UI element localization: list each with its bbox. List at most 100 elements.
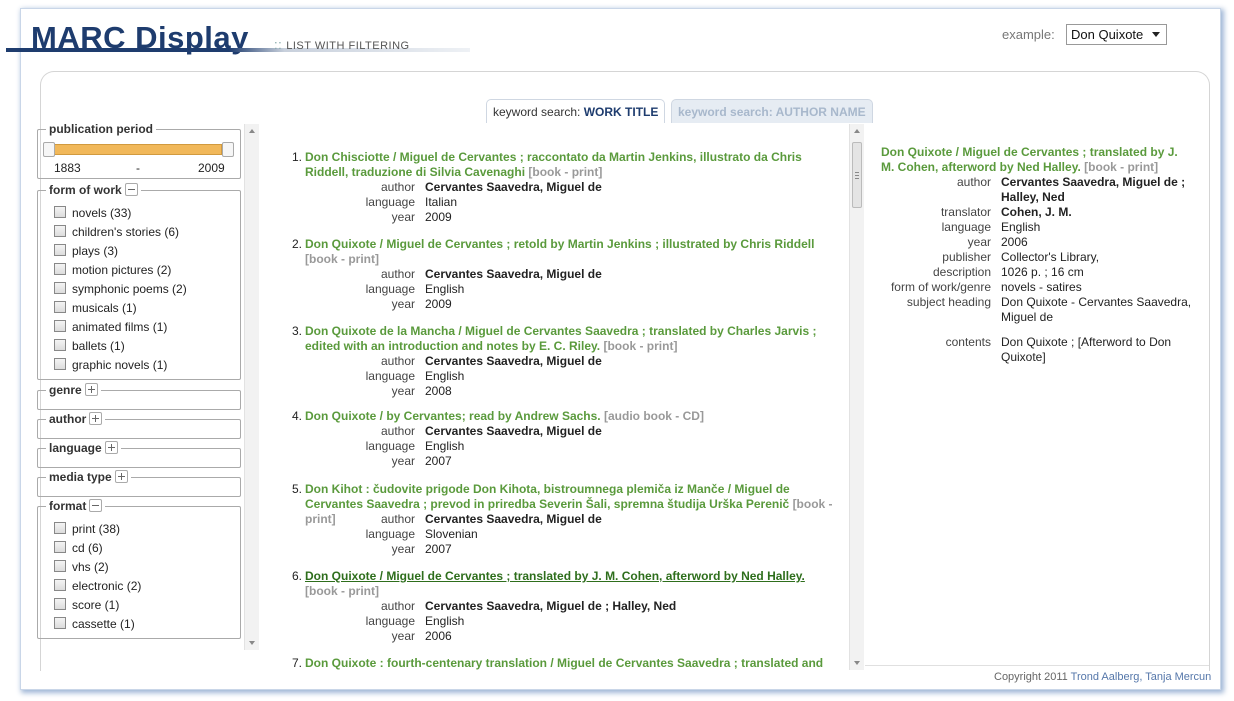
filter-item-label: symphonic poems (2): [72, 282, 187, 296]
filter-item[interactable]: ballets (1): [54, 339, 125, 353]
result-title[interactable]: Don Quixote / Miguel de Cervantes ; tran…: [305, 569, 805, 583]
subtitle-text: LIST WITH FILTERING: [286, 40, 410, 52]
field-label: language: [365, 439, 415, 453]
period-to: 2009: [198, 161, 225, 175]
field-label: year: [391, 629, 415, 643]
checkbox[interactable]: [54, 206, 66, 218]
checkbox[interactable]: [54, 225, 66, 237]
collapse-icon[interactable]: [124, 183, 138, 196]
scroll-grip-icon: [855, 172, 859, 173]
result-title[interactable]: Don Quixote / by Cervantes; read by Andr…: [305, 409, 601, 423]
filter-item[interactable]: novels (33): [54, 206, 131, 220]
checkbox[interactable]: [54, 358, 66, 370]
field-value: Cervantes Saavedra, Miguel de: [425, 354, 602, 368]
filter-item[interactable]: motion pictures (2): [54, 263, 171, 277]
result-title-link[interactable]: Don Chisciotte / Miguel de Cervantes ; r…: [305, 150, 839, 180]
tab-author-name[interactable]: keyword search: AUTHOR NAME: [671, 99, 873, 123]
tab-label: WORK TITLE: [583, 105, 659, 119]
field-label: year: [391, 210, 415, 224]
collapse-icon[interactable]: [89, 499, 103, 512]
checkbox[interactable]: [54, 522, 66, 534]
filter-item-label: vhs (2): [72, 560, 109, 574]
filter-item-label: graphic novels (1): [72, 358, 168, 372]
field-value: Slovenian: [425, 527, 478, 541]
facet-publication-period: publication period 1883 - 2009: [37, 124, 241, 179]
result-language-row: language Slovenian: [260, 527, 840, 542]
filter-item[interactable]: musicals (1): [54, 301, 137, 315]
field-value: 2007: [425, 454, 452, 468]
result-number: 6.: [291, 569, 302, 583]
checkbox[interactable]: [54, 244, 66, 256]
filter-item[interactable]: children's stories (6): [54, 225, 179, 239]
field-label: author: [380, 180, 415, 194]
result-title[interactable]: Don Quixote : fourth-centenary translati…: [305, 656, 823, 670]
scroll-thumb[interactable]: [852, 142, 862, 208]
checkbox[interactable]: [54, 579, 66, 591]
result-title[interactable]: Don Kihot : čudovite prigode Don Kihota,…: [305, 482, 790, 511]
tab-work-title[interactable]: keyword search: WORK TITLE: [486, 99, 666, 123]
expand-icon[interactable]: [84, 383, 98, 396]
filter-item[interactable]: cassette (1): [54, 617, 135, 631]
checkbox[interactable]: [54, 598, 66, 610]
checkbox[interactable]: [54, 617, 66, 629]
field-value: 2009: [425, 210, 452, 224]
field-label: translator: [940, 205, 991, 219]
slider-handle-start[interactable]: [43, 142, 55, 157]
result-title-link[interactable]: Don Quixote / by Cervantes; read by Andr…: [305, 409, 839, 424]
field-value: Cervantes Saavedra, Miguel de: [425, 512, 602, 526]
publication-period-slider[interactable]: [44, 144, 222, 155]
authors-link[interactable]: Trond Aalberg, Tanja Mercun: [1071, 671, 1212, 683]
scroll-up-icon[interactable]: [249, 129, 255, 133]
result-number: 2.: [291, 237, 302, 251]
result-title-link[interactable]: Don Quixote / Miguel de Cervantes ; reto…: [305, 237, 839, 267]
checkbox[interactable]: [54, 282, 66, 294]
filter-item[interactable]: vhs (2): [54, 560, 109, 574]
result-author-row: author Cervantes Saavedra, Miguel de: [260, 512, 840, 527]
facet-label: genre: [46, 383, 101, 397]
expand-icon[interactable]: [104, 441, 118, 454]
results-scrollbar[interactable]: [849, 124, 864, 670]
field-value: Cervantes Saavedra, Miguel de ; Halley, …: [425, 599, 677, 613]
scroll-grip-icon: [855, 178, 859, 179]
example-dropdown[interactable]: Don Quixote: [1066, 24, 1167, 45]
scroll-down-icon[interactable]: [854, 661, 860, 665]
result-title-link[interactable]: Don Quixote / Miguel de Cervantes ; tran…: [305, 569, 839, 599]
scroll-down-icon[interactable]: [249, 641, 255, 645]
filter-item[interactable]: graphic novels (1): [54, 358, 167, 372]
field-value: novels - satires: [1001, 280, 1082, 294]
field-value: Collector's Library,: [1001, 250, 1100, 264]
checkbox[interactable]: [54, 339, 66, 351]
field-label: language: [365, 369, 415, 383]
expand-icon[interactable]: [114, 470, 128, 483]
checkbox[interactable]: [54, 320, 66, 332]
filter-item[interactable]: score (1): [54, 598, 119, 612]
filter-item[interactable]: symphonic poems (2): [54, 282, 187, 296]
expand-icon[interactable]: [89, 412, 103, 425]
facet-label: format: [46, 499, 106, 513]
result-year-row: year 2008: [260, 384, 840, 399]
filter-item[interactable]: animated films (1): [54, 320, 167, 334]
checkbox[interactable]: [54, 560, 66, 572]
checkbox[interactable]: [54, 263, 66, 275]
filter-item-label: print (38): [72, 522, 121, 536]
list-item: 7. Don Quixote : fourth-centenary transl…: [260, 656, 838, 670]
scroll-up-icon[interactable]: [854, 129, 860, 133]
result-title[interactable]: Don Quixote / Miguel de Cervantes ; reto…: [305, 237, 814, 251]
filter-item[interactable]: cd (6): [54, 541, 103, 555]
filter-item[interactable]: plays (3): [54, 244, 118, 258]
field-value: English: [425, 439, 465, 453]
sidebar-scrollbar[interactable]: [244, 124, 259, 650]
checkbox[interactable]: [54, 301, 66, 313]
field-label: year: [391, 454, 415, 468]
field-label: year: [391, 297, 415, 311]
result-title[interactable]: Don Quixote de la Mancha / Miguel de Cer…: [305, 324, 817, 353]
result-language-row: language English: [260, 369, 840, 384]
slider-handle-end[interactable]: [222, 142, 234, 157]
filter-item[interactable]: electronic (2): [54, 579, 141, 593]
list-item: 1. Don Chisciotte / Miguel de Cervantes …: [260, 150, 839, 224]
field-label: year: [967, 235, 991, 249]
filter-item[interactable]: print (38): [54, 522, 120, 536]
checkbox[interactable]: [54, 541, 66, 553]
result-title-link[interactable]: Don Quixote : fourth-centenary translati…: [305, 656, 839, 670]
result-title-link[interactable]: Don Quixote de la Mancha / Miguel de Cer…: [305, 324, 839, 354]
